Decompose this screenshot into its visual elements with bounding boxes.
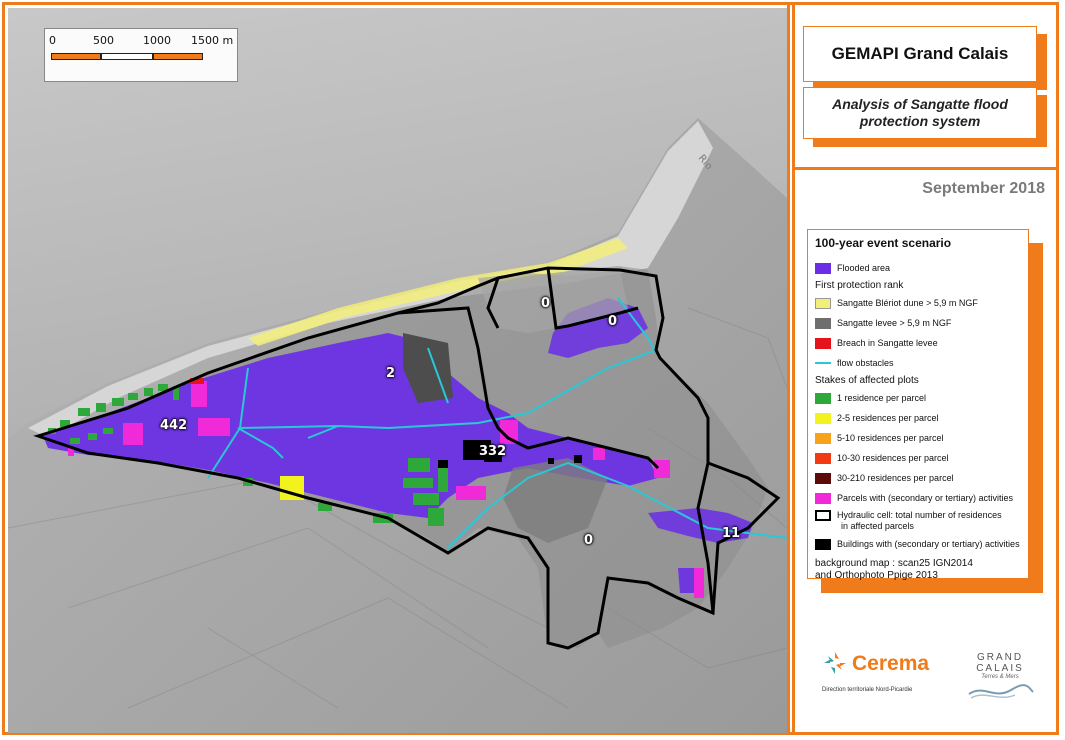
- map-canvas[interactable]: Rio: [8, 8, 787, 733]
- map-view[interactable]: Rio 0 500 1000 1500 m 442 332 2 0 0 0 11: [8, 8, 787, 733]
- legend-breach-row: Breach in Sangatte levee: [815, 335, 1021, 351]
- obstacle-label: flow obstacles: [837, 358, 894, 368]
- activity-label: Parcels with (secondary or tertiary) act…: [837, 493, 1014, 503]
- cell-label-442: 442: [160, 418, 188, 433]
- panel-separator: [795, 167, 1059, 170]
- stake-3-label: 5-10 residences per parcel: [837, 433, 944, 443]
- page-subtitle: Analysis of Sangatte flood protection sy…: [832, 96, 1008, 129]
- background-line1: background map : scan25 IGN2014: [815, 558, 973, 569]
- dune-label: Sangatte Blériot dune > 5,9 m NGF: [837, 298, 978, 308]
- levee-label: Sangatte levee > 5,9 m NGF: [837, 318, 952, 328]
- map-date: September 2018: [922, 180, 1045, 197]
- cell-label-332: 332: [479, 444, 507, 459]
- legend-stake-5-row: 30-210 residences per parcel: [815, 470, 1021, 486]
- stake-5-label: 30-210 residences per parcel: [837, 473, 954, 483]
- scale-label-0: 0: [49, 34, 56, 47]
- legend: 100-year event scenario Flooded area Fir…: [807, 229, 1029, 582]
- scale-bar: 0 500 1000 1500 m: [44, 28, 238, 82]
- cerema-name: Cerema: [852, 652, 930, 675]
- legend-stake-4-row: 10-30 residences per parcel: [815, 450, 1021, 466]
- subtitle-box: Analysis of Sangatte flood protection sy…: [803, 87, 1037, 139]
- flooded-label: Flooded area: [837, 263, 891, 273]
- stake-4-label: 10-30 residences per parcel: [837, 453, 949, 463]
- scale-seg-1: [51, 53, 101, 60]
- cell-label-11: 11: [722, 526, 741, 541]
- obstacle-line-swatch: [815, 362, 831, 364]
- scale-seg-3: [153, 53, 203, 60]
- stake-1-label: 1 residence per parcel: [837, 393, 927, 403]
- first-rank-title: First protection rank: [815, 280, 904, 291]
- hydraulic-cell-line1: Hydraulic cell: total number of residenc…: [837, 510, 1002, 520]
- breach-label: Breach in Sangatte levee: [837, 338, 938, 348]
- gc-line2: CALAIS: [976, 663, 1024, 674]
- buildings-label: Buildings with (secondary or tertiary) a…: [837, 539, 1020, 549]
- scale-label-500: 500: [93, 34, 114, 47]
- legend-flooded-row: Flooded area: [815, 260, 1021, 276]
- levee-swatch: [815, 317, 831, 329]
- cerema-logo: Cerema Direction territoriale Nord-Picar…: [822, 650, 942, 696]
- legend-obstacle-row: flow obstacles: [815, 355, 1021, 371]
- stakes-title: Stakes of affected plots: [815, 375, 919, 386]
- legend-cell-row: Hydraulic cell: total number of residenc…: [815, 510, 1021, 532]
- flooded-swatch: [815, 262, 831, 274]
- divider-right: [792, 5, 795, 735]
- scale-label-1500: 1500 m: [191, 34, 234, 47]
- legend-title: 100-year event scenario: [815, 236, 952, 250]
- hydraulic-cell-line2: in affected parcels: [841, 521, 914, 531]
- background-credit: background map : scan25 IGN2014 and Orth…: [815, 558, 1021, 582]
- scale-label-1000: 1000: [143, 34, 171, 47]
- background-line2: and Orthophoto Ppige 2013: [815, 570, 938, 581]
- cell-label-small: 0: [608, 314, 618, 329]
- gc-wave-icon: [968, 684, 1034, 699]
- gc-line1: GRAND: [976, 652, 1024, 663]
- legend-levee-row: Sangatte levee > 5,9 m NGF: [815, 315, 1021, 331]
- stake-2-label: 2-5 residences per parcel: [837, 413, 939, 423]
- cerema-sub: Direction territoriale Nord-Picardie: [822, 687, 913, 693]
- scale-seg-2: [101, 53, 153, 60]
- stake-4-swatch: [815, 452, 831, 464]
- stake-1-swatch: [815, 392, 831, 404]
- legend-stake-2-row: 2-5 residences per parcel: [815, 410, 1021, 426]
- divider-left: [787, 5, 790, 735]
- stake-5-swatch: [815, 472, 831, 484]
- cell-label-2: 2: [386, 366, 396, 381]
- hydraulic-cell-swatch: [815, 510, 831, 521]
- hydraulic-cell-text: Hydraulic cell: total number of residenc…: [837, 510, 1002, 532]
- legend-buildings-row: Buildings with (secondary or tertiary) a…: [815, 536, 1021, 552]
- cell-label-town: 0: [541, 296, 551, 311]
- page-title: GEMAPI Grand Calais: [831, 44, 1009, 63]
- buildings-swatch: [815, 538, 831, 550]
- dune-swatch: [815, 297, 831, 309]
- cerema-mark-icon: [824, 652, 846, 674]
- stake-3-swatch: [815, 432, 831, 444]
- activity-swatch: [815, 492, 831, 504]
- cell-label-south: 0: [584, 533, 594, 548]
- legend-stake-1-row: 1 residence per parcel: [815, 390, 1021, 406]
- breach-swatch: [815, 337, 831, 349]
- legend-stake-3-row: 5-10 residences per parcel: [815, 430, 1021, 446]
- legend-activity-row: Parcels with (secondary or tertiary) act…: [815, 490, 1021, 506]
- title-box: GEMAPI Grand Calais: [803, 26, 1037, 82]
- grand-calais-logo: GRAND CALAIS Terres & Mers: [960, 652, 1040, 708]
- legend-dune-row: Sangatte Blériot dune > 5,9 m NGF: [815, 295, 1021, 311]
- stake-2-swatch: [815, 412, 831, 424]
